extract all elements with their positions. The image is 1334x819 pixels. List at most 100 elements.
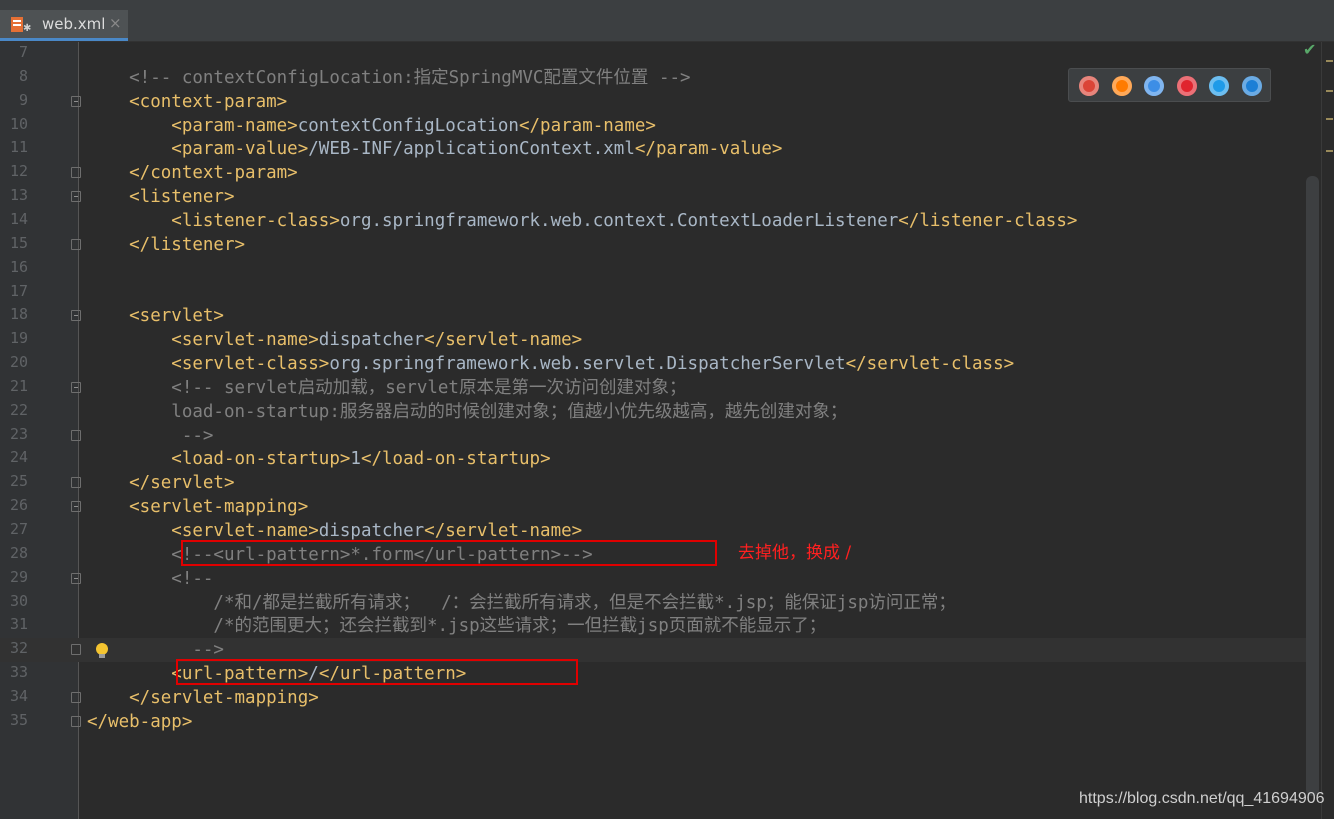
- code-text: /*和/都是拦截所有请求； /：会拦截所有请求，但是不会拦截*.jsp；能保证j…: [87, 591, 956, 615]
- code-line[interactable]: 10 <param-name>contextConfigLocation</pa…: [0, 114, 1319, 138]
- close-icon[interactable]: ×: [109, 14, 122, 32]
- line-number: 9: [18, 90, 28, 109]
- code-line[interactable]: 35 </web-app>: [0, 710, 1319, 734]
- firefox-icon[interactable]: [1111, 76, 1132, 96]
- xml-comment: <!-- servlet启动加载，servlet原本是第一次访问创建对象；: [87, 377, 687, 398]
- inspection-ok-icon[interactable]: ✔: [1303, 40, 1316, 59]
- xml-text: 1: [350, 449, 361, 470]
- code-text: <servlet>: [87, 304, 224, 328]
- code-line[interactable]: 20 <servlet-class>org.springframework.we…: [0, 352, 1319, 376]
- xml-comment: load-on-startup:服务器启动的时候创建对象；值越小优先级越高，越先…: [87, 401, 848, 422]
- xml-tag: </servlet-name>: [424, 330, 583, 351]
- code-line[interactable]: 19 <servlet-name>dispatcher</servlet-nam…: [0, 328, 1319, 352]
- line-number: 12: [9, 162, 28, 181]
- fold-collapse-icon[interactable]: [71, 501, 81, 513]
- code-text: <!--: [87, 567, 213, 591]
- code-line[interactable]: 17: [0, 281, 1319, 305]
- line-number: 15: [9, 233, 28, 252]
- xml-tag: </param-value>: [634, 139, 783, 160]
- line-number: 25: [9, 472, 28, 491]
- edge-icon[interactable]: [1241, 76, 1262, 96]
- code-line[interactable]: 13 <listener>: [0, 185, 1319, 209]
- code-line[interactable]: 34 </servlet-mapping>: [0, 686, 1319, 710]
- xml-comment: /*和/都是拦截所有请求； /：会拦截所有请求，但是不会拦截*.jsp；能保证j…: [87, 592, 956, 613]
- code-line[interactable]: 16: [0, 257, 1319, 281]
- xml-tag: </param-name>: [518, 115, 656, 136]
- xml-tag: <param-name>: [87, 115, 298, 136]
- safari-icon[interactable]: [1144, 76, 1164, 96]
- line-number: 11: [9, 138, 28, 157]
- xml-tag: <servlet-name>: [87, 521, 319, 541]
- line-number: 20: [9, 353, 28, 372]
- code-text: <context-param>: [87, 90, 287, 114]
- fold-collapse-icon[interactable]: [71, 191, 81, 203]
- xml-tag: </listener>: [87, 234, 246, 255]
- xml-text: /WEB-INF/applicationContext.xml: [308, 139, 635, 160]
- code-line[interactable]: 21 <!-- servlet启动加载，servlet原本是第一次访问创建对象；: [0, 376, 1319, 400]
- browser-preview-toolbar: [1068, 68, 1271, 102]
- line-number: 19: [9, 329, 28, 348]
- xml-comment: -->: [87, 640, 224, 661]
- xml-comment: <!--: [87, 568, 214, 589]
- xml-text: dispatcher: [318, 521, 425, 541]
- code-line[interactable]: 11 <param-value>/WEB-INF/applicationCont…: [0, 137, 1319, 161]
- code-line[interactable]: 18 <servlet>: [0, 304, 1319, 328]
- fold-end-icon[interactable]: [71, 429, 81, 441]
- fold-end-icon[interactable]: [71, 167, 81, 179]
- fold-collapse-icon[interactable]: [71, 310, 81, 322]
- xml-tag: </servlet>: [87, 473, 235, 494]
- fold-end-icon[interactable]: [71, 477, 81, 489]
- code-line[interactable]: 22 load-on-startup:服务器启动的时候创建对象；值越小优先级越高…: [0, 400, 1319, 424]
- xml-tag: <context-param>: [87, 91, 288, 112]
- fold-collapse-icon[interactable]: [71, 381, 81, 393]
- code-line[interactable]: 25 </servlet>: [0, 471, 1319, 495]
- xml-comment: /*的范围更大；还会拦截到*.jsp这些请求；一但拦截jsp页面就不能显示了；: [87, 616, 827, 637]
- tab-label: web.xml: [42, 15, 106, 33]
- opera-icon[interactable]: [1176, 76, 1197, 96]
- fold-end-icon[interactable]: [71, 715, 81, 727]
- fold-end-icon[interactable]: [71, 644, 81, 656]
- xml-tag: <listener>: [87, 187, 235, 208]
- line-number: 30: [9, 591, 28, 610]
- chrome-icon[interactable]: [1079, 76, 1099, 96]
- xml-tag: </listener-class>: [898, 210, 1078, 231]
- xml-tag: <param-value>: [87, 139, 309, 160]
- vertical-scrollbar[interactable]: [1306, 176, 1319, 796]
- line-number: 31: [9, 615, 28, 634]
- code-line[interactable]: 31 /*的范围更大；还会拦截到*.jsp这些请求；一但拦截jsp页面就不能显示…: [0, 614, 1319, 638]
- code-text: <listener>: [87, 185, 235, 209]
- code-line[interactable]: 12 </context-param>: [0, 161, 1319, 185]
- xml-file-icon: ✱: [11, 17, 31, 34]
- line-number: 32: [9, 639, 28, 658]
- code-line[interactable]: 14 <listener-class>org.springframework.w…: [0, 209, 1319, 233]
- code-line[interactable]: 23 -->: [0, 424, 1319, 448]
- line-number: 10: [9, 114, 28, 133]
- line-number: 33: [9, 663, 28, 682]
- code-text: load-on-startup:服务器启动的时候创建对象；值越小优先级越高，越先…: [87, 400, 847, 424]
- code-text: <param-value>/WEB-INF/applicationContext…: [87, 137, 782, 161]
- line-number: 35: [9, 710, 28, 729]
- ie-icon[interactable]: [1209, 76, 1229, 96]
- code-text: <!-- contextConfigLocation:指定SpringMVC配置…: [87, 66, 690, 90]
- fold-end-icon[interactable]: [71, 238, 81, 250]
- highlight-box-line-33: [176, 659, 578, 685]
- code-line[interactable]: 29 <!--: [0, 567, 1319, 591]
- code-text: </servlet-mapping>: [87, 686, 319, 710]
- fold-collapse-icon[interactable]: [71, 572, 81, 584]
- fold-end-icon[interactable]: [71, 691, 81, 703]
- tab-web-xml[interactable]: ✱ web.xml ×: [0, 10, 128, 41]
- code-text: /*的范围更大；还会拦截到*.jsp这些请求；一但拦截jsp页面就不能显示了；: [87, 614, 826, 638]
- code-line[interactable]: 26 <servlet-mapping>: [0, 495, 1319, 519]
- window-top-strip: [0, 0, 1334, 10]
- xml-text: dispatcher: [318, 330, 425, 351]
- xml-tag: <servlet-mapping>: [87, 497, 309, 518]
- line-number: 22: [9, 400, 28, 419]
- line-number: 29: [9, 567, 28, 586]
- line-number: 21: [9, 376, 28, 395]
- code-line[interactable]: 30 /*和/都是拦截所有请求； /：会拦截所有请求，但是不会拦截*.jsp；能…: [0, 591, 1319, 615]
- xml-text: contextConfigLocation: [297, 115, 519, 136]
- code-line[interactable]: 7: [0, 42, 1319, 66]
- fold-collapse-icon[interactable]: [71, 95, 81, 107]
- code-line[interactable]: 24 <load-on-startup>1</load-on-startup>: [0, 447, 1319, 471]
- code-line[interactable]: 15 </listener>: [0, 233, 1319, 257]
